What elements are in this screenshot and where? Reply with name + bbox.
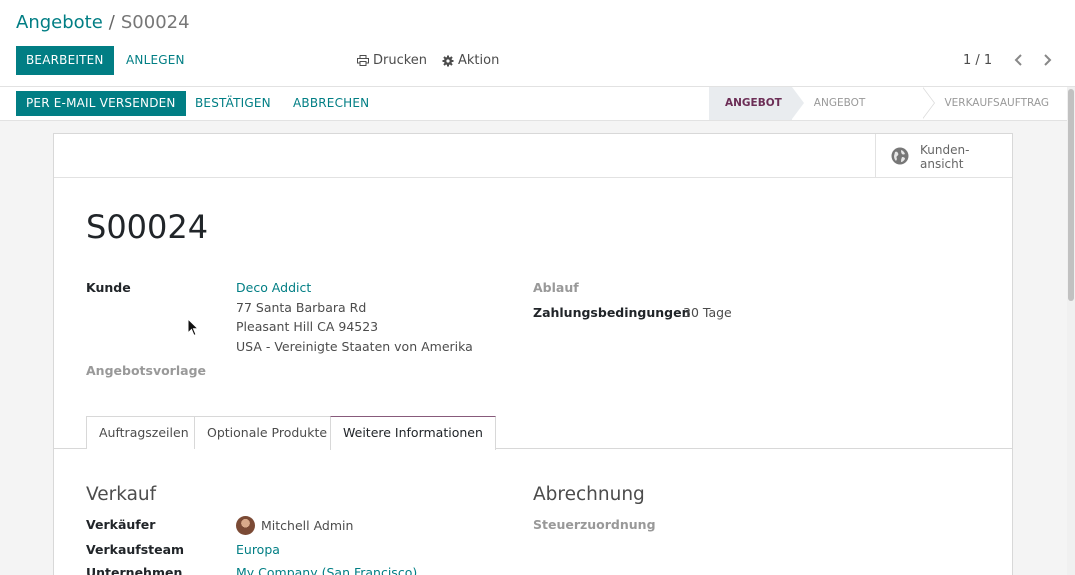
- confirm-button[interactable]: Bestätigen: [195, 91, 271, 116]
- form-view: Kunden- ansicht S00024 Kunde Deco Addict…: [0, 121, 1067, 575]
- form-sheet: Kunden- ansicht S00024 Kunde Deco Addict…: [53, 133, 1013, 575]
- salesperson-value: Mitchell Admin: [261, 518, 354, 533]
- sales-team-link[interactable]: Europa: [236, 542, 280, 557]
- quotation-template-label: Angebotsvorlage: [86, 363, 206, 378]
- tab-optional-products[interactable]: Optionale Produkte: [194, 416, 341, 449]
- tab-other-info[interactable]: Weitere Informationen: [330, 416, 496, 450]
- create-button[interactable]: Anlegen: [126, 46, 185, 75]
- salesperson-field: Mitchell Admin: [236, 516, 354, 536]
- notebook-tabs: Auftragszeilen Optionale Produkte Weiter…: [54, 416, 1012, 450]
- cancel-button[interactable]: Abbrechen: [293, 91, 369, 116]
- scrollbar-thumb[interactable]: [1068, 89, 1074, 301]
- avatar: [236, 516, 255, 535]
- print-button[interactable]: Drucken: [357, 53, 427, 68]
- stage-arrow: [791, 87, 804, 119]
- customer-label: Kunde: [86, 280, 131, 295]
- control-panel: Angebote / S00024 Bearbeiten Anlegen Dru…: [0, 0, 1075, 87]
- stage-pipeline: Angebot Angebot gesendet Verkaufsauftrag: [709, 87, 1067, 142]
- chevron-right-icon[interactable]: [1040, 51, 1054, 69]
- breadcrumb: Angebote / S00024: [16, 12, 190, 33]
- chevron-left-icon[interactable]: [1012, 51, 1026, 69]
- fiscal-position-label: Steuerzuordnung: [533, 517, 656, 532]
- salesperson-label: Verkäufer: [86, 517, 156, 532]
- breadcrumb-separator: /: [108, 12, 115, 33]
- sales-section-title: Verkauf: [86, 484, 157, 505]
- breadcrumb-parent-link[interactable]: Angebote: [16, 12, 103, 33]
- address-line-3: USA - Vereinigte Staaten von Amerika: [236, 339, 473, 354]
- company-link[interactable]: My Company (San Francisco): [236, 565, 417, 575]
- action-label: Aktion: [458, 53, 500, 68]
- customer-preview-button[interactable]: Kunden- ansicht: [875, 134, 1012, 177]
- smart-label-line1: Kunden-: [920, 143, 970, 157]
- stage-quotation-sent[interactable]: Angebot gesendet: [792, 87, 936, 142]
- company-label: Unternehmen: [86, 565, 183, 575]
- tab-order-lines[interactable]: Auftragszeilen: [86, 416, 202, 449]
- invoicing-section-title: Abrechnung: [533, 484, 645, 505]
- address-line-2: Pleasant Hill CA 94523: [236, 319, 379, 334]
- vertical-scrollbar[interactable]: [1067, 87, 1075, 575]
- printer-icon: [357, 55, 369, 66]
- stage-arrow: [922, 87, 935, 119]
- button-box: Kunden- ansicht: [54, 134, 1012, 178]
- record-title: S00024: [86, 208, 209, 246]
- payment-terms-value: 30 Tage: [683, 305, 732, 320]
- stage-sales-order[interactable]: Verkaufsauftrag: [922, 87, 1067, 120]
- smart-label-line2: ansicht: [920, 157, 964, 171]
- edit-button[interactable]: Bearbeiten: [16, 46, 114, 75]
- stage-label: Angebot: [725, 97, 782, 109]
- sales-team-label: Verkaufsteam: [86, 542, 185, 557]
- stage-label: Verkaufsauftrag: [944, 97, 1049, 109]
- payment-terms-label: Zahlungsbedingungen: [533, 305, 691, 320]
- mouse-cursor-icon: [187, 318, 199, 337]
- statusbar: Per E-Mail versenden Bestätigen Abbreche…: [0, 87, 1067, 142]
- customer-preview-label: Kunden- ansicht: [920, 143, 969, 171]
- gear-icon: [442, 55, 454, 66]
- stage-quotation[interactable]: Angebot: [709, 87, 804, 120]
- send-email-button[interactable]: Per E-Mail versenden: [16, 91, 186, 116]
- globe-icon: [891, 147, 909, 165]
- pager-value[interactable]: 1 / 1: [963, 53, 992, 68]
- print-label: Drucken: [373, 53, 428, 68]
- action-button[interactable]: Aktion: [442, 53, 499, 68]
- expiry-label: Ablauf: [533, 280, 579, 295]
- address-line-1: 77 Santa Barbara Rd: [236, 300, 367, 315]
- breadcrumb-current: S00024: [120, 12, 190, 33]
- customer-link[interactable]: Deco Addict: [236, 280, 311, 295]
